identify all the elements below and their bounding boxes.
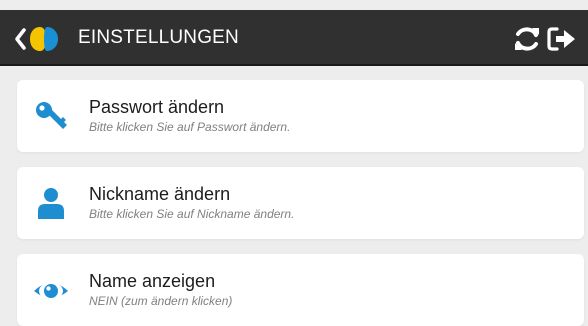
settings-item-hint: Bitte klicken Sie auf Passwort ändern.: [89, 120, 291, 134]
settings-item-show-name[interactable]: Name anzeigen NEIN (zum ändern klicken): [17, 254, 584, 326]
back-button[interactable]: [14, 24, 74, 54]
settings-item-label: Passwort ändern: [89, 97, 225, 117]
page-title: EINSTELLUNGEN: [78, 27, 239, 48]
user-icon: [33, 185, 69, 221]
refresh-icon: [515, 27, 539, 51]
app-logo-icon: [30, 27, 58, 51]
settings-item-label: Nickname ändern: [89, 184, 231, 204]
eye-icon: [33, 272, 69, 308]
key-icon: [33, 98, 69, 134]
logout-icon: [547, 27, 575, 51]
settings-item-label: Name anzeigen: [89, 271, 216, 291]
header-bar: EINSTELLUNGEN: [0, 10, 588, 66]
settings-item-change-password[interactable]: Passwort ändern Bitte klicken Sie auf Pa…: [17, 80, 584, 152]
settings-item-hint: NEIN (zum ändern klicken): [89, 294, 233, 308]
settings-item-hint: Bitte klicken Sie auf Nickname ändern.: [89, 207, 295, 221]
refresh-button[interactable]: [512, 26, 542, 52]
logout-button[interactable]: [547, 26, 577, 52]
settings-item-change-nickname[interactable]: Nickname ändern Bitte klicken Sie auf Ni…: [17, 167, 584, 239]
chevron-left-icon: [15, 28, 26, 50]
